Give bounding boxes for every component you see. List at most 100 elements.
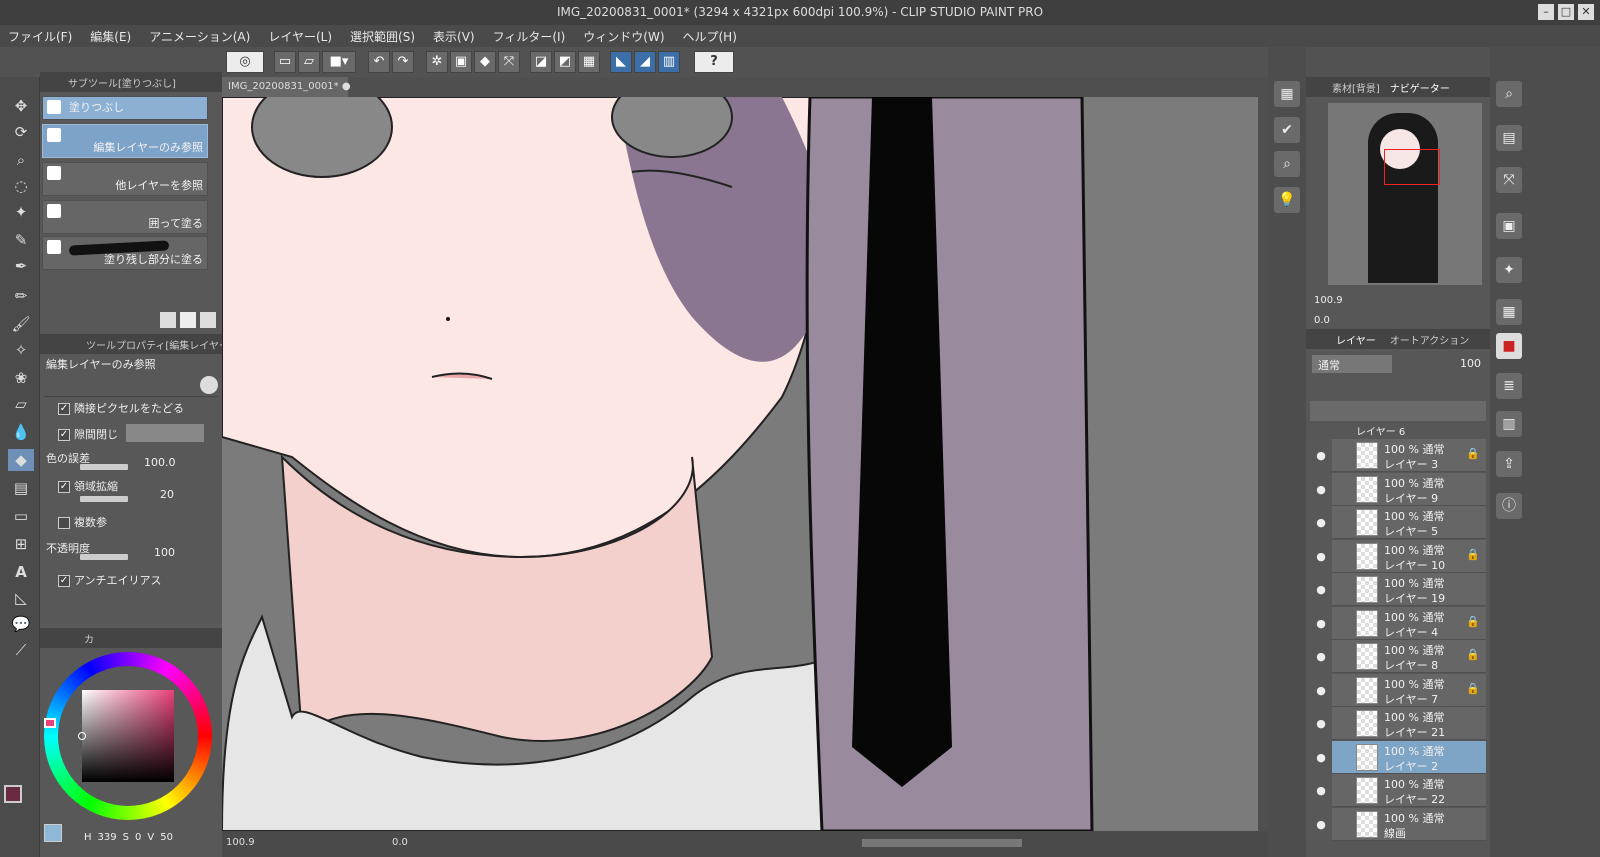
v-value[interactable]: 50 (160, 832, 173, 843)
transform-icon[interactable]: ⤧ (498, 51, 520, 73)
gradient-tool-icon[interactable]: ▤ (8, 477, 34, 499)
s-value[interactable]: 0 (135, 832, 141, 843)
tab-materials[interactable]: 素材[背景] (1332, 80, 1380, 95)
close-button[interactable]: ✕ (1578, 4, 1594, 20)
eraser-tool-icon[interactable]: ▱ (8, 393, 34, 415)
close-tab-icon[interactable]: ● (342, 81, 351, 92)
timeline-icon[interactable]: ▥ (1496, 411, 1522, 437)
snap-special-ruler-icon[interactable]: ◢ (634, 51, 656, 73)
rotate-tool-icon[interactable]: ⟳ (8, 121, 34, 143)
color-margin-value[interactable]: 100.0 (144, 456, 176, 469)
copy-subtool-icon[interactable] (180, 312, 196, 328)
layer-row[interactable]: ● 100 % 通常 レイヤー 4 🔒 (1310, 606, 1486, 640)
undo-icon[interactable]: ↶ (368, 51, 390, 73)
layer-toolbar[interactable] (1310, 401, 1486, 421)
subtool-group-fill[interactable]: 塗りつぶし (42, 96, 208, 120)
menu-animation[interactable]: アニメーション(A) (149, 28, 250, 45)
antialias-row[interactable]: ✓ アンチエイリアス (58, 572, 216, 588)
visibility-eye-icon[interactable]: ● (1310, 740, 1332, 774)
angle-value[interactable]: 0.0 (392, 837, 408, 848)
snap-grid-icon[interactable]: ▥ (658, 51, 680, 73)
decoration-tool-icon[interactable]: ❀ (8, 367, 34, 389)
navigator-zoom[interactable]: 100.9 (1314, 295, 1343, 306)
layer-row[interactable]: ● 100 % 通常 レイヤー 5 (1310, 506, 1486, 539)
visibility-eye-icon[interactable]: ● (1310, 640, 1332, 673)
menu-window[interactable]: ウィンドウ(W) (583, 28, 664, 45)
pen-tool-icon[interactable]: ✒ (8, 255, 34, 277)
visibility-eye-icon[interactable]: ● (1310, 539, 1332, 573)
layer-row[interactable]: ● 100 % 通常 レイヤー 3 🔒 (1310, 439, 1486, 472)
layer-row[interactable]: ● 100 % 通常 レイヤー 22 (1310, 774, 1486, 807)
layer-row[interactable]: ● 100 % 通常 レイヤー 19 (1310, 573, 1486, 606)
layer-row[interactable]: ● 100 % 通常 レイヤー 8 🔒 (1310, 640, 1486, 673)
clear-outside-icon[interactable]: ▣ (450, 51, 472, 73)
visibility-eye-icon[interactable]: ● (1310, 807, 1332, 841)
selection-border-icon[interactable]: ▦ (578, 51, 600, 73)
delete-subtool-icon[interactable] (200, 312, 216, 328)
figure-icon[interactable]: ✦ (1496, 257, 1522, 283)
open-file-icon[interactable]: ▱ (298, 51, 320, 73)
quick-access-icon[interactable]: ✔ (1274, 117, 1300, 143)
main-color-swatch[interactable] (4, 785, 22, 803)
color-set-icon[interactable]: ▦ (1496, 299, 1522, 325)
horizontal-scrollbar[interactable] (862, 839, 1022, 847)
invert-selection-icon[interactable]: ◩ (554, 51, 576, 73)
blend-mode-select[interactable]: 通常 (1312, 355, 1392, 373)
menu-help[interactable]: ヘルプ(H) (683, 28, 737, 45)
tab-layer[interactable]: レイヤー (1336, 332, 1376, 347)
menu-edit[interactable]: 編集(E) (90, 28, 131, 45)
material-icon[interactable]: ▤ (1496, 125, 1522, 151)
menu-selection[interactable]: 選択範囲(S) (350, 28, 415, 45)
opacity-value[interactable]: 100 (154, 546, 175, 559)
menu-file[interactable]: ファイル(F) (8, 28, 72, 45)
zoom-panel-icon[interactable]: ⌕ (1496, 81, 1522, 107)
lock-icon[interactable]: 🔒 (1466, 648, 1480, 661)
blend-tool-icon[interactable]: 💧 (8, 421, 34, 443)
deselect-icon[interactable]: ◪ (530, 51, 552, 73)
area-scale-checkbox[interactable]: ✓ (58, 481, 70, 493)
frame-tool-icon[interactable]: ⊞ (8, 533, 34, 555)
layer-row[interactable]: ● 100 % 通常 レイヤー 10 🔒 (1310, 539, 1486, 573)
eyedropper-tool-icon[interactable]: ✎ (8, 229, 34, 251)
antialias-checkbox[interactable]: ✓ (58, 575, 70, 587)
move-tool-icon[interactable]: ✥ (8, 95, 34, 117)
zoom-tool-icon[interactable]: ⌕ (8, 149, 34, 171)
airbrush-tool-icon[interactable]: ✧ (8, 339, 34, 361)
menu-filter[interactable]: フィルター(I) (493, 28, 566, 45)
info-icon[interactable]: ⓘ (1496, 493, 1522, 519)
lightbulb-icon[interactable]: 💡 (1274, 187, 1300, 213)
menu-layer[interactable]: レイヤー(L) (268, 28, 332, 45)
color-history-icon[interactable]: ■ (1496, 333, 1522, 359)
visibility-eye-icon[interactable]: ● (1310, 707, 1332, 740)
lasso-tool-icon[interactable]: ◌ (8, 175, 34, 197)
maximize-button[interactable]: □ (1558, 4, 1574, 20)
saturation-value-square[interactable] (82, 690, 174, 782)
tab-autoaction[interactable]: オートアクション (1390, 332, 1470, 347)
adjacent-pixel-row[interactable]: ✓ 隣接ピクセルをたどる (58, 400, 216, 416)
visibility-eye-icon[interactable]: ● (1310, 774, 1332, 807)
fill-tool-icon[interactable]: ◆ (8, 449, 34, 471)
adjacent-pixel-checkbox[interactable]: ✓ (58, 403, 70, 415)
layer-row[interactable]: ● 100 % 通常 レイヤー 7 🔒 (1310, 673, 1486, 707)
minimize-button[interactable]: – (1538, 4, 1554, 20)
drawing-canvas[interactable] (222, 97, 1258, 831)
area-scale-slider[interactable] (80, 496, 128, 502)
lock-icon[interactable]: 🔒 (1466, 447, 1480, 460)
layer-row[interactable]: ● 100 % 通常 線画 (1310, 807, 1486, 841)
multiple-ref-row[interactable]: 複数参 (58, 514, 216, 530)
layer-row[interactable]: ● 100 % 通常 レイヤー 2 (1310, 740, 1486, 774)
view-rectangle[interactable] (1384, 149, 1440, 185)
visibility-eye-icon[interactable]: ● (1310, 606, 1332, 640)
h-value[interactable]: 339 (98, 832, 117, 843)
document-tab[interactable]: IMG_20200831_0001* ● (222, 77, 351, 97)
balloon-tool-icon[interactable]: 💬 (8, 613, 34, 635)
visibility-eye-icon[interactable]: ● (1310, 439, 1332, 472)
text-tool-icon[interactable]: A (8, 561, 34, 583)
color-margin-slider[interactable] (80, 464, 128, 470)
snap-ruler-icon[interactable]: ◣ (610, 51, 632, 73)
current-color-swatch[interactable] (44, 824, 62, 842)
new-file-icon[interactable]: ▭ (274, 51, 296, 73)
redo-icon[interactable]: ↷ (392, 51, 414, 73)
fill-icon[interactable]: ◆ (474, 51, 496, 73)
subtool-item-edit-layer-only[interactable]: 編集レイヤーのみ参照 (42, 124, 208, 158)
